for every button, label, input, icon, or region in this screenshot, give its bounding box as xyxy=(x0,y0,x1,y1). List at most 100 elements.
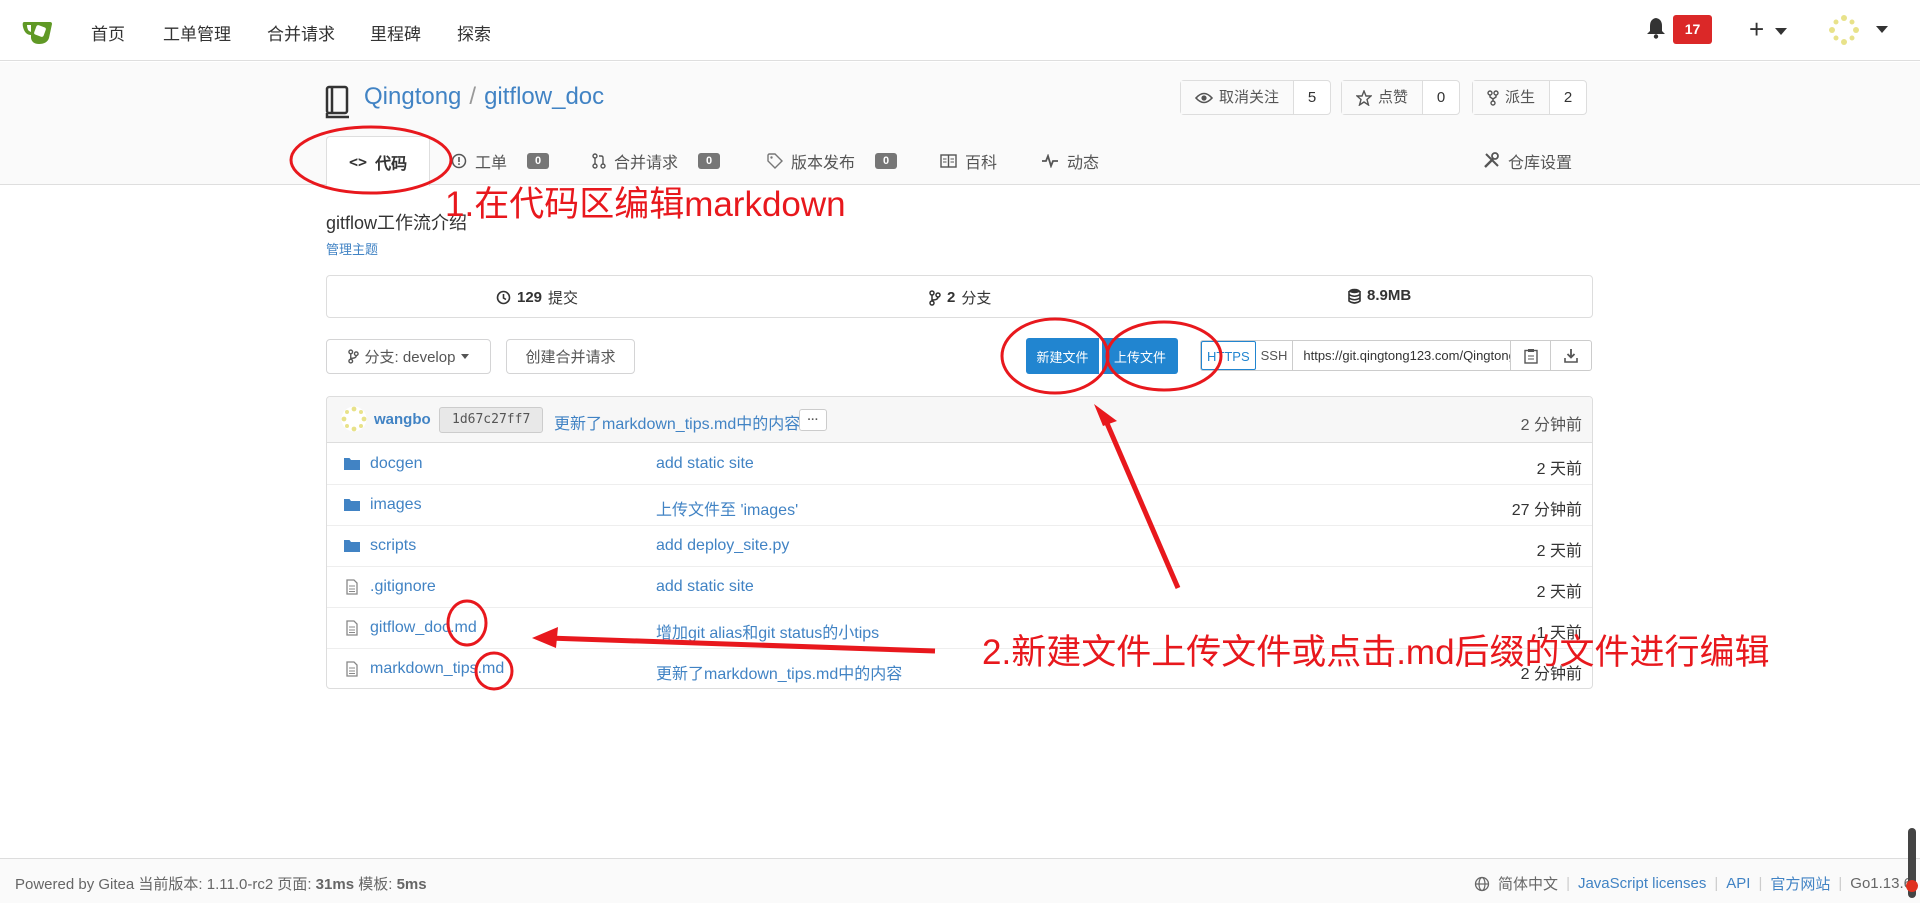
fork-button[interactable]: 派生 xyxy=(1473,81,1551,114)
file-commit-message-link[interactable]: 增加git alias和git status的小tips xyxy=(656,619,879,643)
file-name-link[interactable]: markdown_tips.md xyxy=(370,660,504,678)
folder-icon xyxy=(344,458,360,470)
tab-wiki[interactable]: 百科 xyxy=(940,136,997,185)
scrollbar-thumb[interactable] xyxy=(1906,880,1918,892)
new-file-label: 新建文件 xyxy=(1036,349,1089,365)
commit-author-link[interactable]: wangbo xyxy=(374,411,431,428)
commit-message-link[interactable]: 更新了markdown_tips.md中的内容 xyxy=(554,410,800,434)
nav-pulls[interactable]: 合并请求 xyxy=(267,20,335,45)
watch-count[interactable]: 5 xyxy=(1294,81,1330,114)
nav-explore[interactable]: 探索 xyxy=(457,20,491,45)
repo-name-link[interactable]: gitflow_doc xyxy=(484,83,604,110)
releases-count-badge: 0 xyxy=(875,152,898,169)
commits-count: 129 xyxy=(517,289,543,306)
repo-title: Qingtong / gitflow_doc xyxy=(364,83,604,111)
file-icon xyxy=(346,579,358,595)
unwatch-button[interactable]: 取消关注 xyxy=(1181,81,1295,114)
repo-owner-link[interactable]: Qingtong xyxy=(364,83,461,110)
file-row: images 上传文件至 'images' 27 分钟前 xyxy=(327,485,1592,526)
website-link[interactable]: 官方网站 xyxy=(1770,873,1830,894)
nav-issues[interactable]: 工单管理 xyxy=(163,20,231,45)
file-name-link[interactable]: images xyxy=(370,496,422,514)
annotation-step2: 2.新建文件上传文件或点击.md后缀的文件进行编辑 xyxy=(982,633,1770,672)
clipboard-icon xyxy=(1524,348,1538,364)
user-menu[interactable] xyxy=(1828,14,1898,46)
tab-settings[interactable]: 仓库设置 xyxy=(1483,136,1572,185)
ssh-clone-button[interactable]: SSH xyxy=(1256,341,1294,370)
eye-icon xyxy=(1195,92,1213,103)
star-button[interactable]: 点赞 xyxy=(1342,81,1424,114)
fork-count[interactable]: 2 xyxy=(1550,81,1586,114)
create-menu[interactable]: + xyxy=(1749,14,1788,44)
download-icon xyxy=(1564,349,1579,363)
branch-selector[interactable]: 分支: develop xyxy=(326,339,491,374)
clone-url-input[interactable]: https://git.qingtong123.com/Qingtong/git… xyxy=(1293,341,1512,370)
https-clone-button[interactable]: HTTPS xyxy=(1201,341,1256,370)
commit-more-button[interactable]: ··· xyxy=(799,409,827,431)
file-icon xyxy=(346,661,358,677)
issues-count-badge: 0 xyxy=(527,152,550,169)
repo-size: 8.9MB xyxy=(1367,287,1412,304)
tab-code-label: 代码 xyxy=(375,155,408,173)
file-name-link[interactable]: gitflow_doc.md xyxy=(370,619,477,637)
download-button[interactable] xyxy=(1551,341,1591,370)
file-row: .gitignore add static site 2 天前 xyxy=(327,567,1592,608)
nav-home[interactable]: 首页 xyxy=(91,20,125,45)
gitea-logo-icon[interactable] xyxy=(22,14,56,46)
upload-file-button[interactable]: 上传文件 xyxy=(1102,338,1178,374)
file-name-link[interactable]: docgen xyxy=(370,455,423,473)
commit-sha-button[interactable]: 1d67c27ff7 xyxy=(439,407,544,433)
bell-icon[interactable] xyxy=(1646,17,1666,39)
top-navbar: 首页 工单管理 合并请求 里程碑 探索 17 + xyxy=(0,0,1920,61)
commits-stat[interactable]: 129 提交 xyxy=(496,287,578,308)
pull-request-icon xyxy=(592,152,606,169)
new-pull-request-label: 创建合并请求 xyxy=(525,349,616,366)
file-commit-message-link[interactable]: 上传文件至 'images' xyxy=(656,496,798,520)
file-commit-message-link[interactable]: add deploy_site.py xyxy=(656,537,789,555)
tag-icon xyxy=(767,152,783,169)
tab-releases-label: 版本发布 xyxy=(791,154,856,172)
star-count[interactable]: 0 xyxy=(1423,81,1459,114)
book-icon xyxy=(940,153,957,168)
size-stat: 8.9MB xyxy=(1348,287,1411,304)
footer-version-info: Powered by Gitea 当前版本: 1.11.0-rc2 页面: 31… xyxy=(15,873,427,894)
history-icon xyxy=(496,290,511,305)
folder-icon xyxy=(344,499,360,511)
footer-template-label: 模板: xyxy=(354,876,397,893)
pulls-count-badge: 0 xyxy=(698,152,721,169)
file-commit-message-link[interactable]: 更新了markdown_tips.md中的内容 xyxy=(656,660,902,684)
file-row: scripts add deploy_site.py 2 天前 xyxy=(327,526,1592,567)
file-commit-message-link[interactable]: add static site xyxy=(656,578,754,596)
file-commit-time: 27 分钟前 xyxy=(1511,502,1582,519)
notification-count-badge[interactable]: 17 xyxy=(1673,15,1712,44)
new-file-button[interactable]: 新建文件 xyxy=(1026,338,1099,374)
pulse-icon xyxy=(1042,153,1058,168)
branches-stat[interactable]: 2 分支 xyxy=(929,287,991,308)
tab-activity[interactable]: 动态 xyxy=(1041,136,1099,185)
file-commit-message-link[interactable]: add static site xyxy=(656,455,754,473)
file-name-link[interactable]: scripts xyxy=(370,537,416,555)
chevron-down-icon xyxy=(461,354,470,359)
repo-tabs: <> 代码 工单 0 合并请求 0 版本发布 0 百科 动态 仓库设置 xyxy=(0,136,1920,186)
new-pull-request-button[interactable]: 创建合并请求 xyxy=(506,339,635,374)
footer-powered-text: Powered by Gitea 当前版本: 1.11.0-rc2 页面: xyxy=(15,876,316,893)
tab-activity-label: 动态 xyxy=(1067,154,1100,172)
branch-icon xyxy=(347,349,359,364)
nav-milestones[interactable]: 里程碑 xyxy=(370,20,421,45)
fork-label: 派生 xyxy=(1505,89,1536,106)
repo-title-separator: / xyxy=(469,83,477,110)
author-avatar[interactable] xyxy=(341,406,367,432)
api-link[interactable]: API xyxy=(1726,875,1750,892)
file-name-link[interactable]: .gitignore xyxy=(370,578,436,596)
manage-topics-link[interactable]: 管理主题 xyxy=(326,239,378,258)
js-licenses-link[interactable]: JavaScript licenses xyxy=(1578,875,1706,892)
language-selector[interactable]: 简体中文 xyxy=(1498,873,1558,894)
repo-stats-bar: 129 提交 2 分支 8.9MB xyxy=(326,275,1593,318)
tools-icon xyxy=(1484,152,1499,168)
user-avatar xyxy=(1829,15,1859,45)
repo-book-icon xyxy=(325,85,349,119)
unwatch-label: 取消关注 xyxy=(1219,89,1280,106)
copy-url-button[interactable] xyxy=(1511,341,1552,370)
database-icon xyxy=(1348,288,1361,304)
tab-code[interactable]: <> 代码 xyxy=(326,136,431,186)
